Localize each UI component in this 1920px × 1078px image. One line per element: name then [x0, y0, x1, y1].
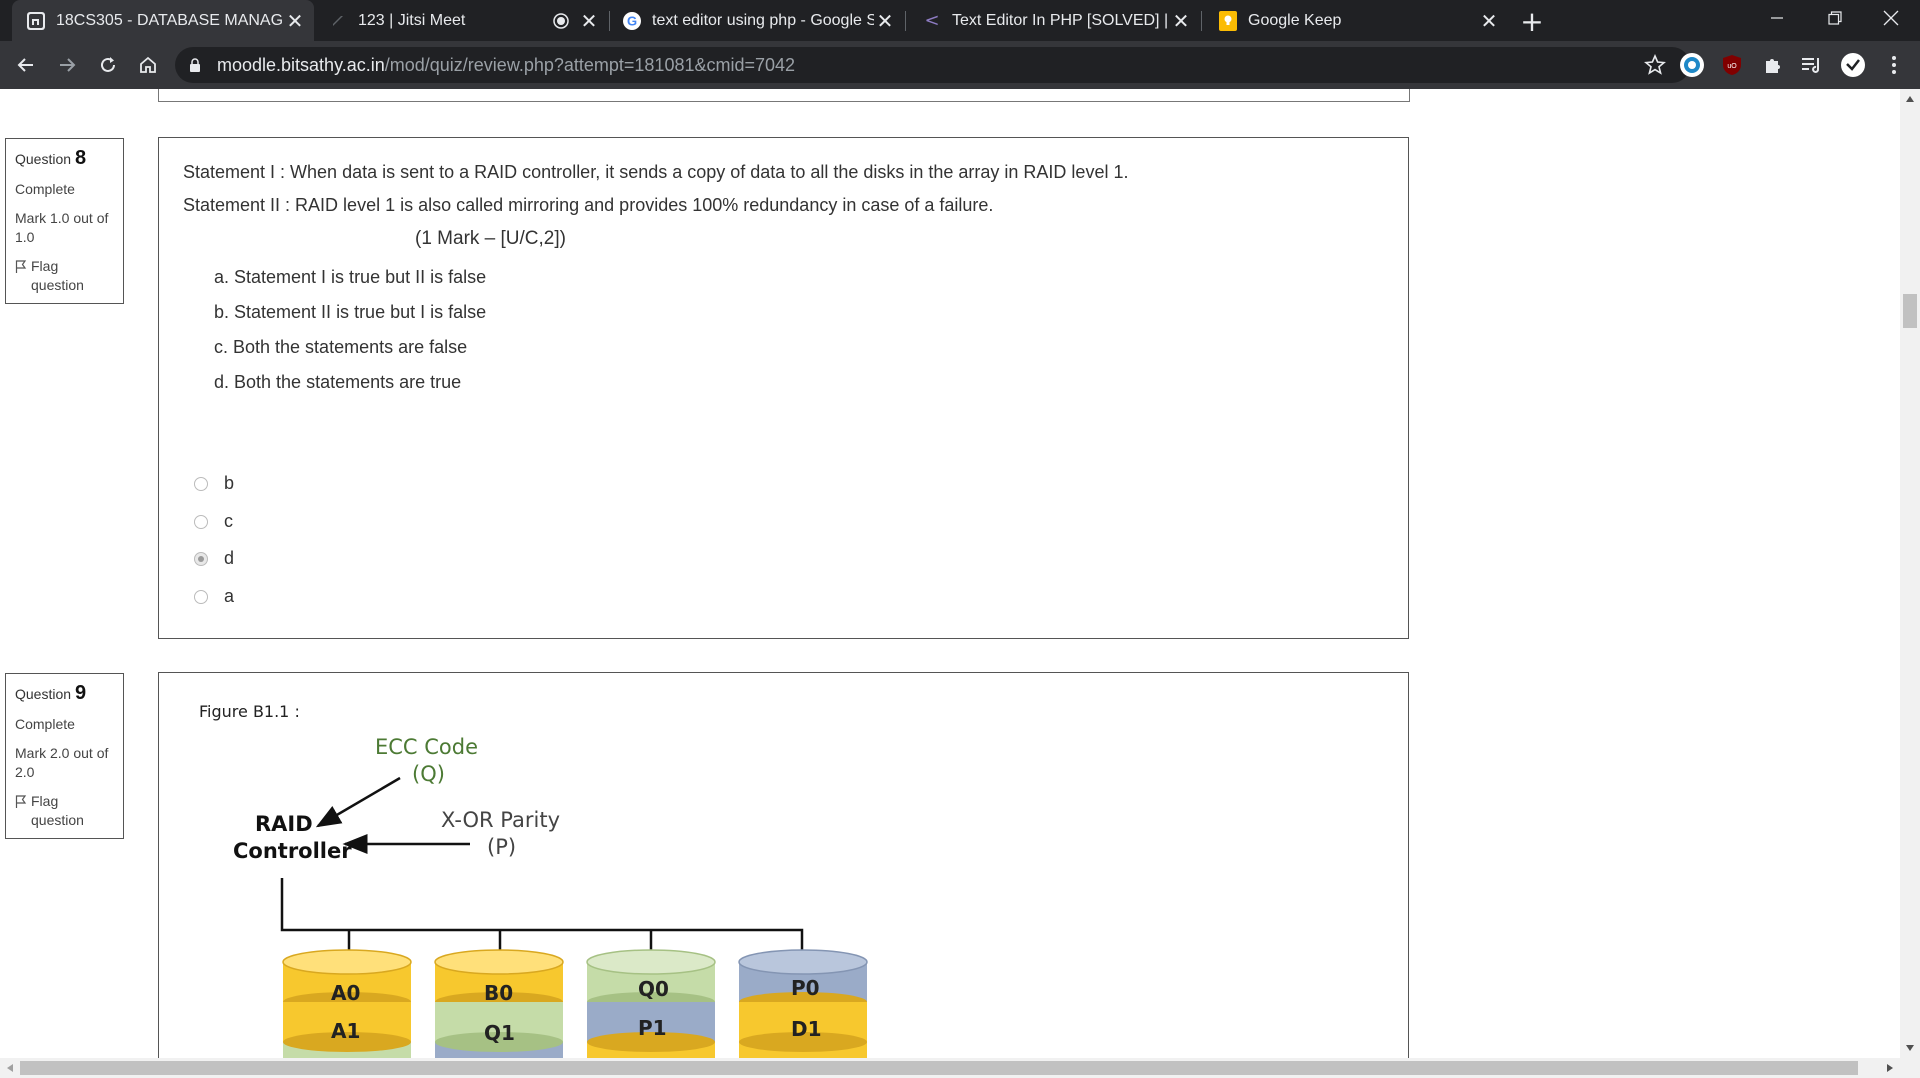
tab-title: Google Keep — [1248, 11, 1342, 29]
new-tab-button[interactable]: + — [1518, 5, 1546, 38]
back-button[interactable] — [10, 49, 42, 81]
scroll-up-arrow-icon[interactable] — [1900, 89, 1920, 109]
tab-google-keep[interactable]: Google Keep ✕ — [1202, 0, 1512, 41]
disk-4-top-label: P0 — [791, 976, 820, 1000]
extensions-puzzle-icon[interactable] — [1760, 52, 1786, 78]
ecc-arrow — [315, 776, 401, 828]
disk-3 — [586, 949, 716, 1058]
vertical-scroll-thumb[interactable] — [1903, 294, 1917, 328]
lock-icon[interactable] — [189, 58, 201, 72]
disk-2-top-label: B0 — [484, 981, 514, 1005]
browser-toolbar: moodle.bitsathy.ac.in/mod/quiz/review.ph… — [0, 41, 1920, 89]
tab-title: Text Editor In PHP [SOLVED] | DaniWeb — [952, 11, 1170, 29]
window-close-button[interactable] — [1862, 0, 1920, 36]
raid-figure — [280, 776, 868, 1058]
disk-4-bottom-label: D1 — [791, 1017, 822, 1041]
minimize-button[interactable] — [1748, 0, 1806, 36]
tab-google-search[interactable]: G text editor using php - Google Search … — [610, 0, 904, 41]
daniweb-icon: < — [924, 10, 940, 31]
close-icon[interactable]: ✕ — [284, 9, 306, 33]
raid-controller-line2: Controller — [233, 839, 352, 863]
url-text: moodle.bitsathy.ac.in/mod/quiz/review.ph… — [217, 55, 795, 76]
close-icon[interactable]: ✕ — [578, 9, 600, 33]
tab-daniweb[interactable]: < Text Editor In PHP [SOLVED] | DaniWeb … — [906, 0, 1200, 41]
home-icon — [140, 56, 156, 73]
horizontal-scroll-thumb[interactable] — [20, 1061, 1858, 1075]
scroll-left-arrow-icon[interactable] — [0, 1058, 20, 1078]
reload-icon — [101, 57, 115, 72]
tab-moodle[interactable]: 18CS305 - DATABASE MANAGEMENT ✕ — [12, 0, 314, 41]
xor-parity-label: X-OR Parity — [441, 808, 561, 832]
svg-text:uO: uO — [1727, 63, 1737, 70]
close-icon[interactable]: ✕ — [874, 9, 896, 33]
disk-1-bottom-label: A1 — [331, 1019, 361, 1043]
vertical-scrollbar[interactable] — [1900, 89, 1920, 1058]
disk-4 — [738, 949, 868, 1058]
close-icon[interactable]: ✕ — [1170, 9, 1192, 33]
disk-3-top-label: Q0 — [638, 977, 669, 1001]
recording-icon — [550, 10, 572, 32]
jitsi-icon — [328, 11, 348, 31]
moodle-icon — [26, 11, 46, 31]
url-host: moodle.bitsathy.ac.in — [217, 55, 385, 75]
disk-2-bottom-label: Q1 — [484, 1021, 515, 1045]
disk-3-bottom-label: P1 — [638, 1016, 667, 1040]
tab-strip: 18CS305 - DATABASE MANAGEMENT ✕ 123 | Ji… — [0, 0, 1920, 41]
back-arrow-icon — [17, 58, 33, 72]
tab-title: text editor using php - Google Search — [652, 11, 874, 29]
scroll-right-arrow-icon[interactable] — [1880, 1058, 1900, 1078]
page-content: Question 8 Complete Mark 1.0 out of 1.0 … — [0, 89, 1900, 1058]
menu-kebab-icon[interactable] — [1881, 52, 1907, 78]
url-path: /mod/quiz/review.php?attempt=181081&cmid… — [384, 55, 796, 75]
tab-title: 18CS305 - DATABASE MANAGEMENT — [56, 11, 284, 29]
svg-text:G: G — [627, 13, 637, 28]
profile-avatar[interactable] — [1840, 52, 1866, 78]
scroll-down-arrow-icon[interactable] — [1900, 1038, 1920, 1058]
home-button[interactable] — [132, 49, 164, 81]
restore-button[interactable] — [1806, 0, 1864, 36]
tab-jitsi[interactable]: 123 | Jitsi Meet ✕ — [314, 0, 608, 41]
forward-button[interactable] — [51, 49, 83, 81]
google-icon: G — [622, 11, 642, 31]
ecc-code-sub: (Q) — [412, 762, 445, 786]
disk-1-top-label: A0 — [331, 981, 361, 1005]
ecc-code-label: ECC Code — [375, 735, 479, 759]
tab-title: 123 | Jitsi Meet — [358, 11, 466, 29]
reload-button[interactable] — [92, 49, 124, 81]
extension-icon[interactable] — [1679, 52, 1705, 78]
close-icon[interactable]: ✕ — [1478, 9, 1500, 33]
xor-parity-sub: (P) — [487, 835, 517, 859]
bookmark-star-icon[interactable] — [1644, 54, 1666, 76]
ublock-icon[interactable]: uO — [1719, 52, 1745, 78]
raid-controller-line1: RAID — [255, 812, 313, 836]
forward-arrow-icon — [60, 58, 76, 72]
keep-icon — [1218, 10, 1238, 31]
address-bar[interactable]: moodle.bitsathy.ac.in/mod/quiz/review.ph… — [175, 47, 1690, 83]
media-control-icon[interactable] — [1799, 52, 1825, 78]
